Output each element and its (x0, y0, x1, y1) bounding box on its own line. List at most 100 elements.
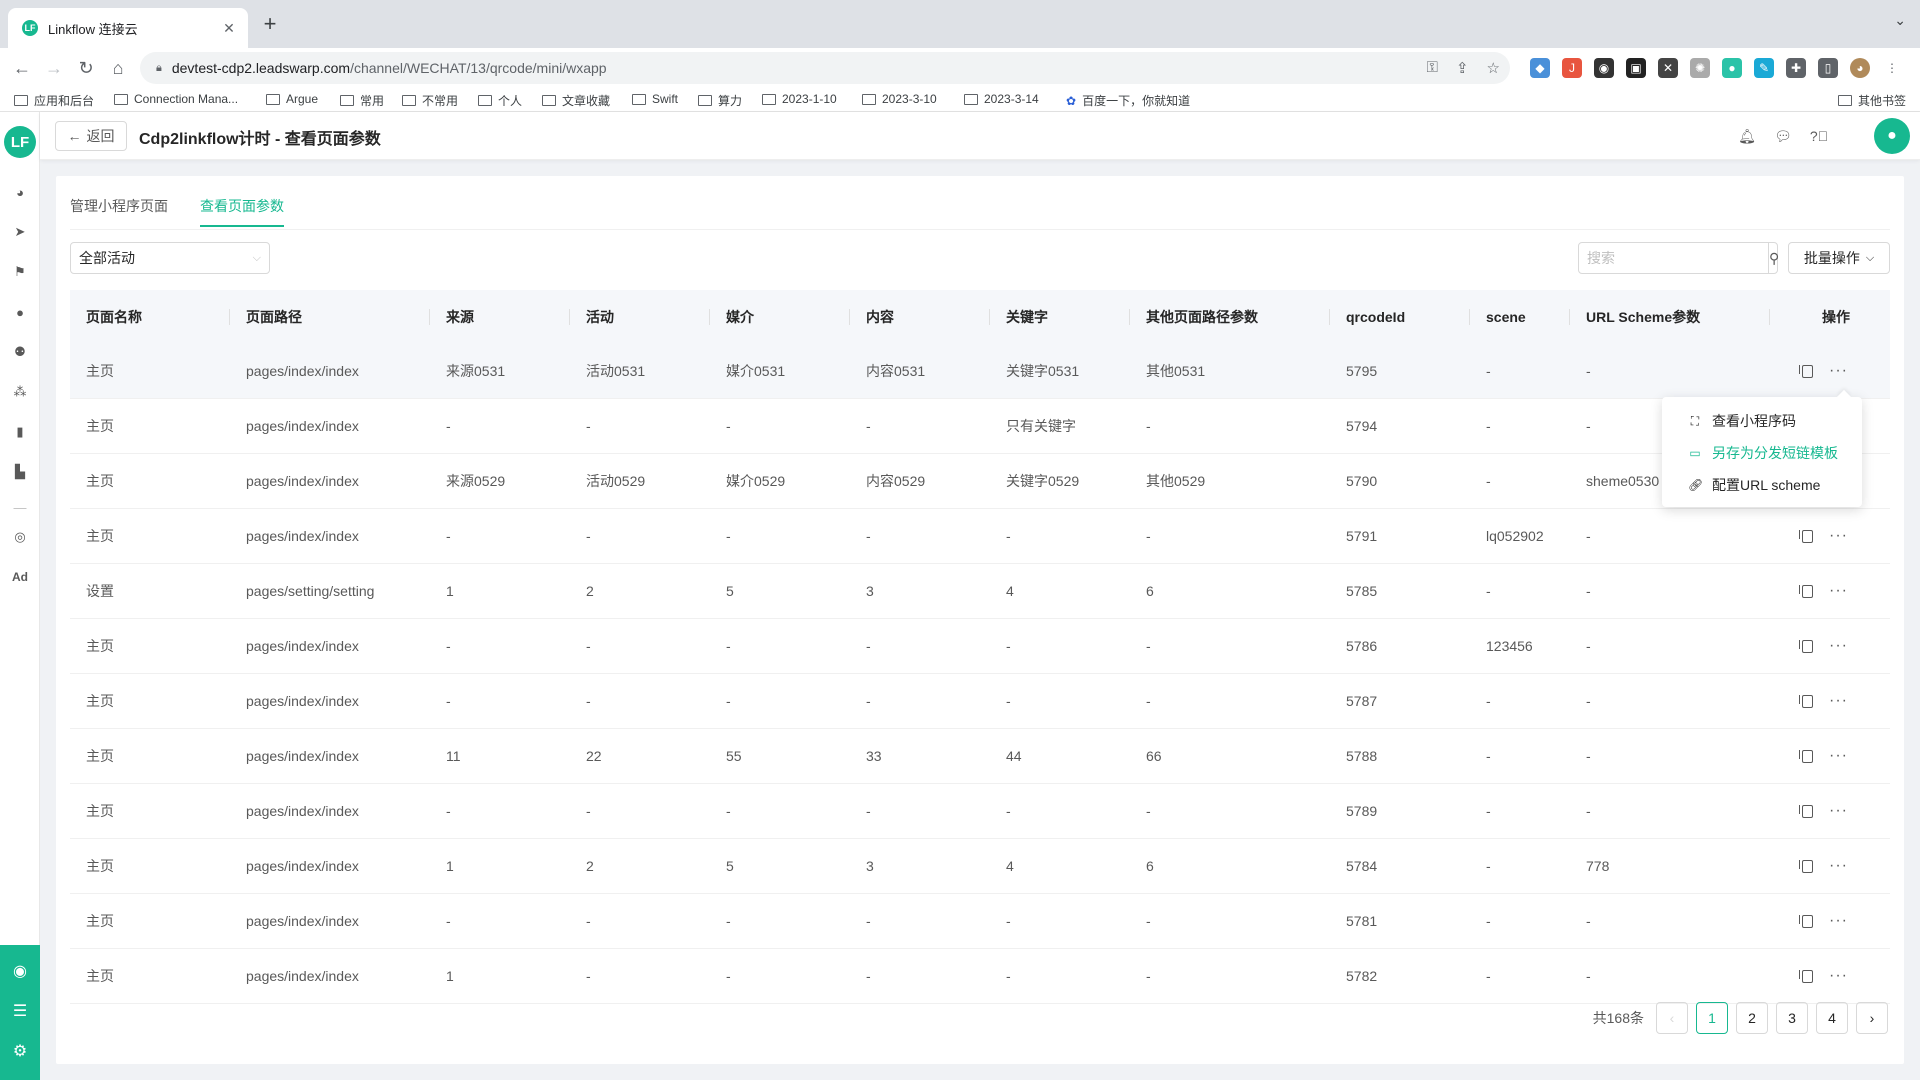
menu-item-view-qrcode[interactable]: ⛶ 查看小程序码 (1662, 405, 1862, 437)
more-icon[interactable]: ··· (1829, 695, 1848, 708)
bookmark[interactable]: 常用 (340, 92, 384, 109)
copy-icon[interactable] (1799, 914, 1814, 928)
browser-tab[interactable]: LF Linkflow 连接云 ✕ (8, 8, 248, 48)
bookmark[interactable]: 文章收藏 (542, 92, 610, 109)
extension-icon[interactable]: ▣ (1626, 58, 1646, 78)
back-button[interactable]: ← 返回 (55, 121, 127, 151)
copy-icon[interactable] (1799, 749, 1814, 763)
channel-icon[interactable]: ◉ (0, 951, 40, 991)
help-icon[interactable]: ?⃝ (1810, 127, 1828, 145)
search-icon[interactable]: ⚲ (1768, 243, 1779, 273)
more-icon[interactable]: ··· (1829, 640, 1848, 653)
page-button[interactable]: 4 (1816, 1002, 1848, 1034)
bar-chart-icon[interactable]: ▙ (10, 462, 30, 482)
more-icon[interactable]: ··· (1829, 970, 1848, 983)
page-button[interactable]: 3 (1776, 1002, 1808, 1034)
star-icon[interactable]: ☆ (1487, 59, 1500, 77)
page-button[interactable]: 1 (1696, 1002, 1728, 1034)
extension-icon[interactable]: J (1562, 58, 1582, 78)
group-icon[interactable]: ⁂ (10, 382, 30, 402)
more-icon[interactable]: ··· (1829, 365, 1848, 378)
bookmark[interactable]: 2023-1-10 (762, 92, 837, 106)
extension-icon[interactable]: ✎ (1754, 58, 1774, 78)
more-icon[interactable]: ··· (1829, 805, 1848, 818)
other-bookmarks[interactable]: 其他书签 (1838, 92, 1906, 109)
menu-item-save-shortlink-template[interactable]: ▭ 另存为分发短链模板 (1662, 437, 1862, 469)
bookmark[interactable]: 算力 (698, 92, 742, 109)
user-icon[interactable]: ● (10, 302, 30, 322)
bookmark-icon[interactable]: ▮ (10, 422, 30, 442)
next-page-button[interactable]: › (1856, 1002, 1888, 1034)
extension-icon[interactable]: ✺ (1690, 58, 1710, 78)
copy-icon[interactable] (1799, 969, 1814, 983)
settings-gear-icon[interactable]: ⚙ (0, 1031, 40, 1071)
dashboard-icon[interactable]: ◕ (10, 182, 30, 202)
wechat-icon[interactable]: ◎ (10, 527, 30, 547)
table-cell: - (726, 418, 731, 434)
tab-view-params[interactable]: 查看页面参数 (200, 196, 284, 227)
table-cell: 5782 (1346, 968, 1378, 984)
kebab-menu-icon[interactable]: ⋮ (1882, 58, 1902, 78)
extension-icon[interactable]: ◆ (1530, 58, 1550, 78)
bookmark[interactable]: 不常用 (402, 92, 458, 109)
puzzle-icon[interactable]: ✚ (1786, 58, 1806, 78)
server-icon[interactable]: ☰ (0, 991, 40, 1031)
more-icon[interactable]: ··· (1829, 750, 1848, 763)
table-cell: - (1486, 363, 1491, 379)
sidepanel-icon[interactable]: ▯ (1818, 58, 1838, 78)
home-icon[interactable]: ⌂ (106, 56, 130, 80)
table-cell: pages/index/index (246, 913, 359, 929)
copy-icon[interactable] (1799, 639, 1814, 653)
table-cell: - (446, 638, 451, 654)
copy-icon[interactable] (1799, 584, 1814, 598)
copy-icon[interactable] (1799, 529, 1814, 543)
flag-icon[interactable]: ⚑ (10, 262, 30, 282)
linkflow-logo-icon[interactable]: LF (4, 126, 36, 158)
more-icon[interactable]: ··· (1829, 585, 1848, 598)
back-arrow-icon[interactable]: ← (10, 56, 34, 80)
page-button[interactable]: 2 (1736, 1002, 1768, 1034)
bookmark[interactable]: Connection Mana... (114, 92, 238, 106)
key-icon[interactable]: ⚿ (1427, 59, 1438, 77)
prev-page-button[interactable]: ‹ (1656, 1002, 1688, 1034)
extension-icon[interactable]: ● (1722, 58, 1742, 78)
ad-icon[interactable]: Ad (10, 567, 30, 587)
profile-avatar[interactable]: ◕ (1850, 58, 1870, 78)
table-cell: 44 (1006, 748, 1022, 764)
bookmark[interactable]: ✿ 百度一下，你就知道 (1066, 92, 1190, 109)
copy-icon[interactable] (1799, 859, 1814, 873)
chevron-down-icon[interactable]: ⌄ (1894, 12, 1906, 29)
share-icon[interactable]: ⇪ (1456, 59, 1469, 77)
address-bar[interactable]: 🔒︎ devtest-cdp2.leadswarp.com/channel/WE… (140, 52, 1510, 84)
new-tab-icon[interactable]: + (258, 12, 282, 36)
copy-icon[interactable] (1799, 804, 1814, 818)
more-icon[interactable]: ··· (1829, 860, 1848, 873)
search-input[interactable] (1579, 243, 1768, 273)
bell-icon[interactable]: 🔔︎ (1738, 127, 1756, 145)
activity-select[interactable]: 全部活动 ⌵ (70, 242, 270, 274)
user-avatar[interactable]: ● (1874, 118, 1910, 154)
bookmark[interactable]: 2023-3-10 (862, 92, 937, 106)
copy-icon[interactable] (1799, 694, 1814, 708)
bookmark[interactable]: 应用和后台 (14, 92, 94, 109)
tab-divider (70, 229, 1890, 230)
more-icon[interactable]: ··· (1829, 530, 1848, 543)
reload-icon[interactable]: ↻ (74, 56, 98, 80)
forward-arrow-icon[interactable]: → (42, 56, 66, 80)
extension-icon[interactable]: ✕ (1658, 58, 1678, 78)
more-icon[interactable]: ··· (1829, 915, 1848, 928)
tab-manage-pages[interactable]: 管理小程序页面 (70, 196, 168, 227)
extension-icon[interactable]: ◉ (1594, 58, 1614, 78)
message-icon[interactable]: 💬︎ (1774, 127, 1792, 145)
bookmark[interactable]: Argue (266, 92, 318, 106)
copy-icon[interactable] (1799, 364, 1814, 378)
menu-item-config-url-scheme[interactable]: 🔗︎ 配置URL scheme (1662, 469, 1862, 501)
url-host: devtest-cdp2.leadswarp.com (171, 60, 351, 76)
send-icon[interactable]: ➤ (10, 222, 30, 242)
bookmark[interactable]: 2023-3-14 (964, 92, 1039, 106)
bookmark[interactable]: 个人 (478, 92, 522, 109)
users-icon[interactable]: ⚉ (10, 342, 30, 362)
close-icon[interactable]: ✕ (220, 20, 238, 37)
bookmark[interactable]: Swift (632, 92, 678, 106)
batch-operations-button[interactable]: 批量操作 ⌵ (1788, 242, 1890, 274)
